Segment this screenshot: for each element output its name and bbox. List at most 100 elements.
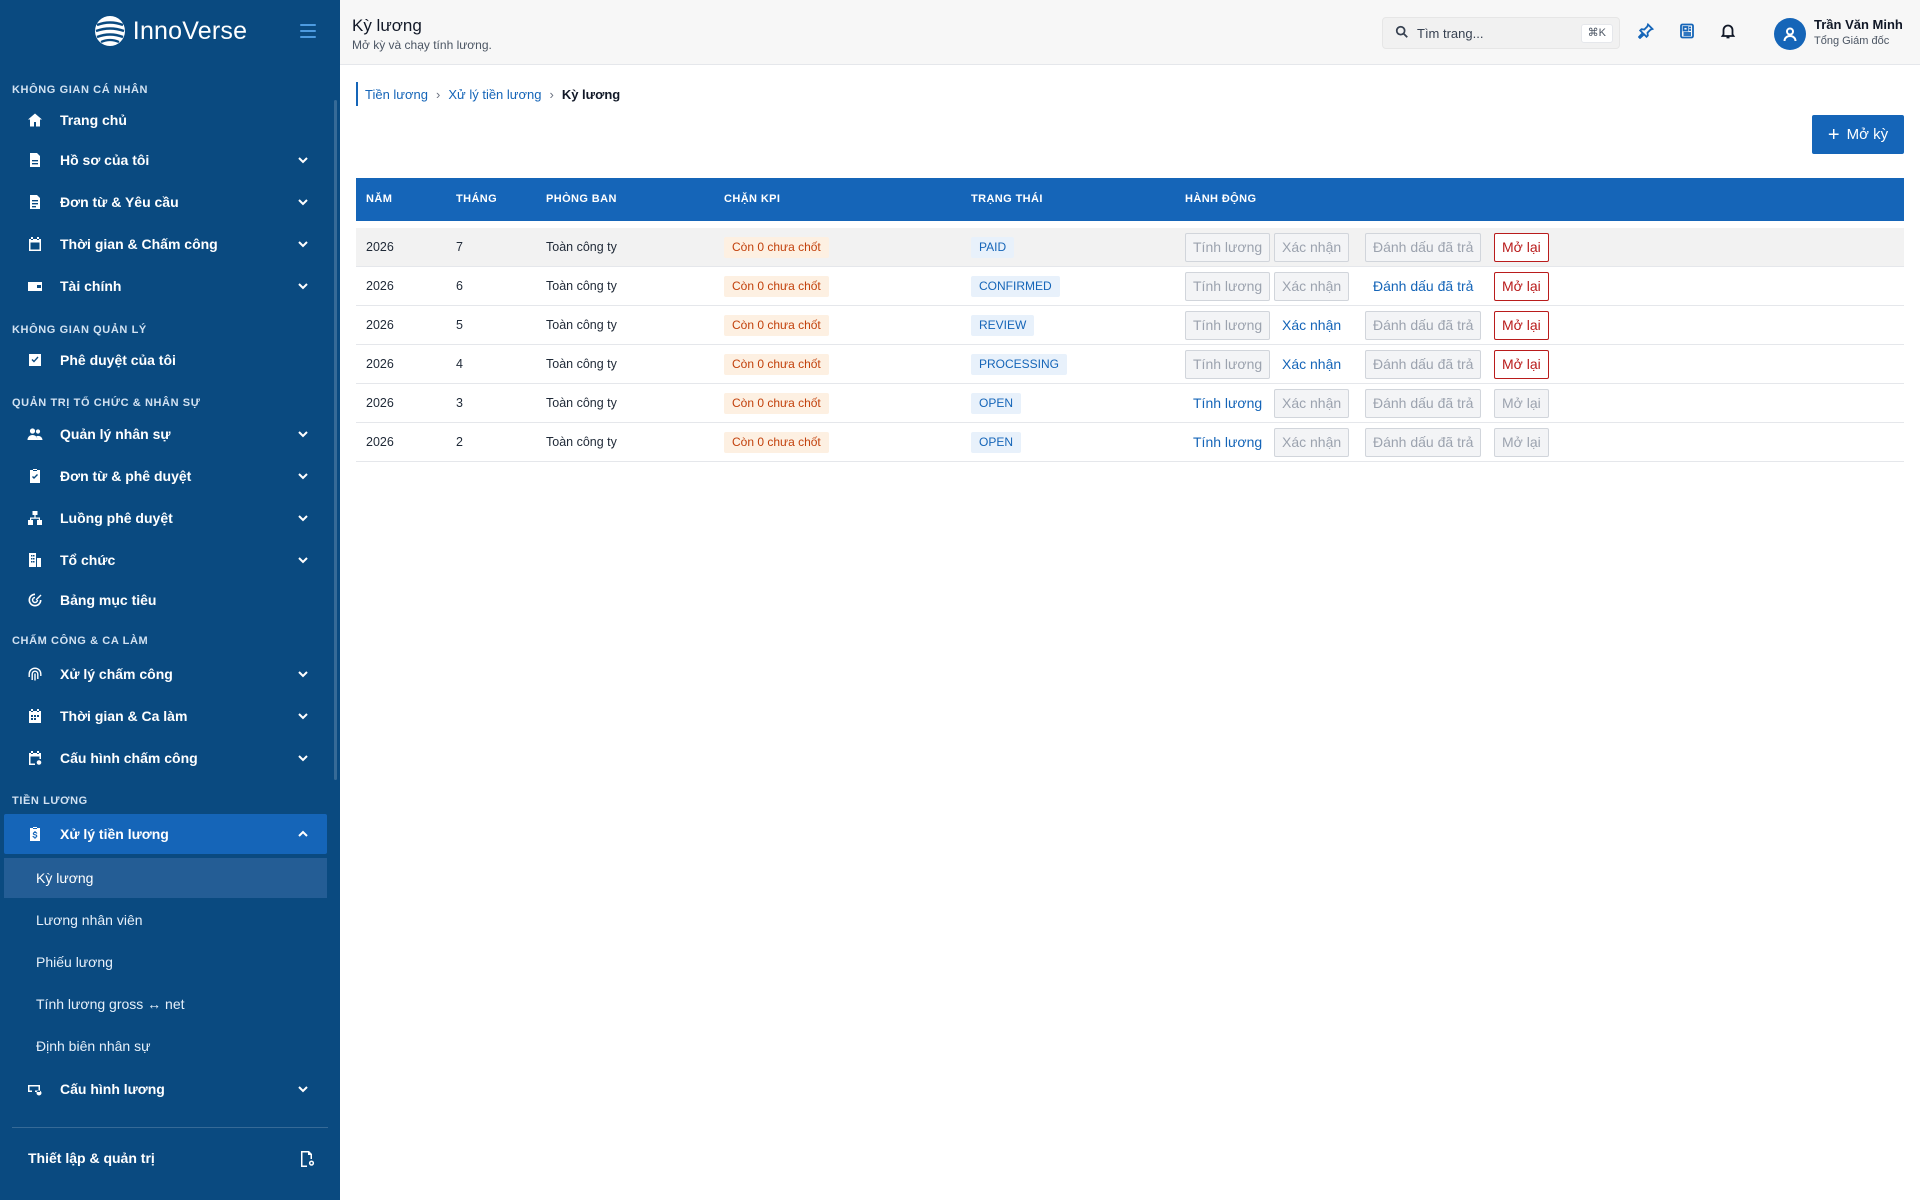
users-icon: [26, 425, 44, 443]
calculate-salary-button[interactable]: Tính lương: [1185, 389, 1270, 418]
table-row[interactable]: 2026 7 Toàn công ty Còn 0 chưa chốt PAID Tính…: [356, 228, 1904, 267]
sidebar-item-approval-flow[interactable]: Luồng phê duyệt: [4, 498, 327, 538]
sidebar-subitem-headcount-plan[interactable]: Định biên nhân sự: [4, 1026, 327, 1066]
calculate-salary-button[interactable]: Tính lương: [1185, 428, 1270, 457]
flow-icon: [26, 509, 44, 527]
confirm-button[interactable]: Xác nhận: [1274, 233, 1350, 262]
search-box[interactable]: ⌘K: [1382, 17, 1620, 49]
table-row[interactable]: 2026 2 Toàn công ty Còn 0 chưa chốt OPEN Tính…: [356, 423, 1904, 462]
sidebar-item-finance[interactable]: Tài chính: [4, 266, 327, 306]
avatar[interactable]: [1774, 18, 1806, 50]
sidebar-footer[interactable]: Thiết lập & quản trị: [12, 1127, 328, 1200]
sidebar-subitem-payslips[interactable]: Phiếu lương: [4, 942, 327, 982]
mark-paid-button[interactable]: Đánh dấu đã trả: [1365, 233, 1482, 262]
page-title: Kỳ lương: [352, 16, 422, 35]
sidebar-item-label: Trang chủ: [60, 112, 127, 128]
sidebar-scrollbar[interactable]: [334, 100, 337, 780]
cell-department: Toàn công ty: [546, 396, 617, 410]
confirm-button[interactable]: Xác nhận: [1274, 350, 1349, 379]
cell-year: 2026: [366, 279, 394, 293]
reopen-button[interactable]: Mở lại: [1494, 428, 1549, 457]
search-shortcut-badge: ⌘K: [1580, 24, 1613, 43]
target-icon: [26, 591, 44, 609]
column-header-month[interactable]: THÁNG: [456, 193, 497, 205]
sidebar-item-requests[interactable]: Đơn từ & Yêu cầu: [4, 182, 327, 222]
table-row[interactable]: 2026 6 Toàn công ty Còn 0 chưa chốt CONFIRME…: [356, 267, 1904, 306]
user-menu[interactable]: Trần Văn Minh Tổng Giám đốc: [1774, 15, 1920, 51]
cell-year: 2026: [366, 357, 394, 371]
sidebar-item-time-shifts[interactable]: Thời gian & Ca làm: [4, 696, 327, 736]
breadcrumb-current: Kỳ lương: [561, 86, 621, 102]
sidebar-item-requests-approvals[interactable]: Đơn từ & phê duyệt: [4, 456, 327, 496]
sidebar-item-goals-board[interactable]: Bảng mục tiêu: [4, 580, 327, 620]
column-header-kpi-block[interactable]: CHẶN KPI: [724, 193, 780, 205]
kpi-block-badge: Còn 0 chưa chốt: [724, 276, 829, 297]
confirm-button[interactable]: Xác nhận: [1274, 389, 1350, 418]
column-header-year[interactable]: NĂM: [366, 193, 392, 205]
sidebar-item-hr-management[interactable]: Quản lý nhân sự: [4, 414, 327, 454]
page-subtitle: Mở kỳ và chạy tính lương.: [352, 38, 492, 52]
cell-month: 7: [456, 240, 463, 254]
table-header: NĂM THÁNG PHÒNG BAN CHẶN KPI TRẠNG THÁI …: [356, 178, 1904, 221]
sidebar-subitem-gross-net-calc[interactable]: Tính lương gross ↔ net: [4, 984, 327, 1024]
kpi-block-badge: Còn 0 chưa chốt: [724, 354, 829, 375]
sidebar-item-attendance-processing[interactable]: Xử lý chấm công: [4, 654, 327, 694]
user-icon: [1783, 27, 1797, 42]
table-row[interactable]: 2026 5 Toàn công ty Còn 0 chưa chốt REVIEW Tí…: [356, 306, 1904, 345]
mark-paid-button[interactable]: Đánh dấu đã trả: [1365, 389, 1482, 418]
confirm-button[interactable]: Xác nhận: [1274, 311, 1349, 340]
menu-toggle-icon[interactable]: [300, 24, 316, 38]
calendar-grid-icon: [26, 707, 44, 725]
reopen-button[interactable]: Mở lại: [1494, 233, 1549, 262]
confirm-button[interactable]: Xác nhận: [1274, 272, 1350, 301]
sidebar-item-attendance-config[interactable]: Cấu hình chấm công: [4, 738, 327, 778]
file-settings-icon[interactable]: [298, 1150, 316, 1168]
chevron-down-icon: [297, 1082, 309, 1094]
calculate-salary-button[interactable]: Tính lương: [1185, 350, 1271, 379]
cell-month: 2: [456, 435, 463, 449]
confirm-button[interactable]: Xác nhận: [1274, 428, 1350, 457]
brand: InnoVerse: [0, 0, 340, 62]
sidebar-item-payroll-processing[interactable]: Xử lý tiền lương: [4, 814, 327, 854]
reopen-button[interactable]: Mở lại: [1494, 311, 1549, 340]
calculate-salary-button[interactable]: Tính lương: [1185, 311, 1271, 340]
settings-admin-label: Thiết lập & quản trị: [28, 1150, 155, 1166]
sidebar-item-time-attendance[interactable]: Thời gian & Chấm công: [4, 224, 327, 264]
section-label-payroll: TIỀN LƯƠNG: [12, 795, 88, 807]
sidebar-subitem-payroll-periods[interactable]: Kỳ lương: [4, 858, 327, 898]
mark-paid-button[interactable]: Đánh dấu đã trả: [1365, 428, 1482, 457]
sidebar-item-organization[interactable]: Tổ chức: [4, 540, 327, 580]
mark-paid-button[interactable]: Đánh dấu đã trả: [1365, 311, 1482, 340]
search-input[interactable]: [1417, 25, 1577, 41]
open-period-button[interactable]: + Mở kỳ: [1812, 115, 1904, 154]
chevron-down-icon: [297, 553, 309, 565]
sidebar-subitem-employee-salary[interactable]: Lương nhân viên: [4, 900, 327, 940]
sidebar-item-my-approvals[interactable]: Phê duyệt của tôi: [4, 340, 327, 380]
section-label-personal: KHÔNG GIAN CÁ NHÂN: [12, 84, 149, 96]
sidebar-item-label: Phê duyệt của tôi: [60, 352, 176, 368]
table-row[interactable]: 2026 4 Toàn công ty Còn 0 chưa chốt PROCESSI…: [356, 345, 1904, 384]
reopen-button[interactable]: Mở lại: [1494, 350, 1549, 379]
kpi-block-badge: Còn 0 chưa chốt: [724, 237, 829, 258]
mark-paid-button[interactable]: Đánh dấu đã trả: [1365, 272, 1481, 301]
pin-icon[interactable]: [1637, 22, 1655, 40]
sidebar-item-salary-config[interactable]: Cấu hình lương: [4, 1069, 327, 1109]
calculate-salary-button[interactable]: Tính lương: [1185, 233, 1271, 262]
brand-logo[interactable]: InnoVerse: [93, 14, 247, 48]
mark-paid-button[interactable]: Đánh dấu đã trả: [1365, 350, 1482, 379]
sidebar-item-home[interactable]: Trang chủ: [4, 100, 327, 140]
column-header-department[interactable]: PHÒNG BAN: [546, 193, 617, 205]
calculate-salary-button[interactable]: Tính lương: [1185, 272, 1271, 301]
sidebar-item-my-profile[interactable]: Hồ sơ của tôi: [4, 140, 327, 180]
reopen-button[interactable]: Mở lại: [1494, 272, 1549, 301]
bell-icon[interactable]: [1719, 22, 1737, 40]
table-row[interactable]: 2026 3 Toàn công ty Còn 0 chưa chốt OPEN Tính…: [356, 384, 1904, 423]
column-header-status[interactable]: TRẠNG THÁI: [971, 193, 1043, 205]
sidebar-item-label: Xử lý tiền lương: [60, 826, 169, 842]
breadcrumb-link-payroll-processing[interactable]: Xử lý tiền lương: [448, 87, 541, 102]
news-icon[interactable]: [1678, 22, 1696, 40]
cell-year: 2026: [366, 396, 394, 410]
breadcrumb-link-payroll[interactable]: Tiền lương: [365, 87, 428, 102]
sidebar-item-label: Cấu hình chấm công: [60, 750, 198, 766]
reopen-button[interactable]: Mở lại: [1494, 389, 1549, 418]
